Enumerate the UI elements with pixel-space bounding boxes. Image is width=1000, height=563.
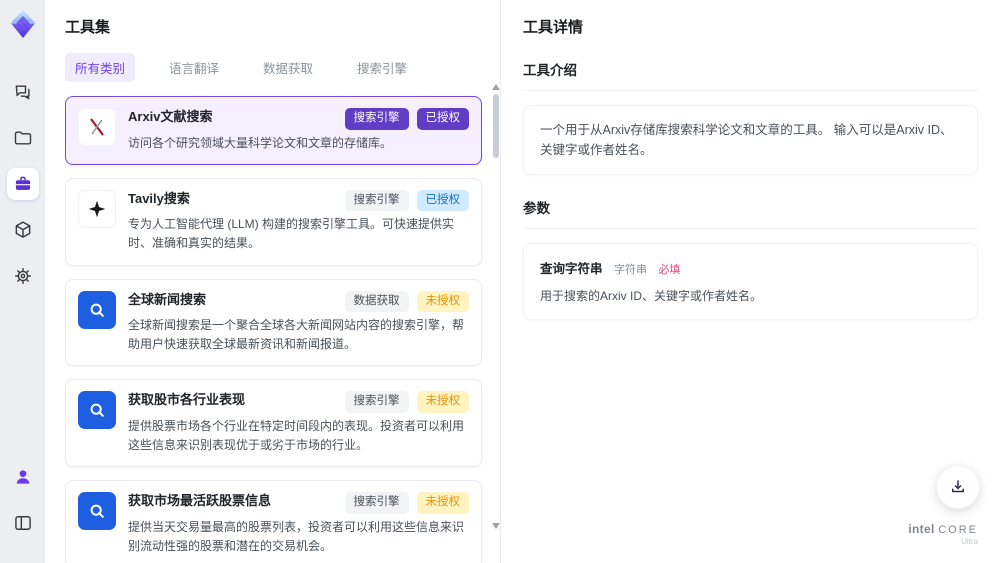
auth-status-badge: 未授权	[416, 290, 469, 313]
brand-core-text: CORE	[938, 524, 978, 537]
tool-list: Arxiv文献搜索 搜索引擎 已授权 访问各个研究领域大量科学论文和文章的存储库…	[65, 96, 482, 563]
sidebar-item-toolbox[interactable]	[6, 168, 39, 200]
left-rail	[0, 0, 45, 563]
sidebar-item-settings[interactable]	[7, 260, 39, 292]
panel-toggle-icon	[14, 516, 31, 530]
tool-description: 访问各个研究领域大量科学论文和文章的存储库。	[128, 135, 393, 150]
auth-status-badge: 已授权	[416, 108, 469, 130]
auth-status-badge: 未授权	[416, 391, 469, 413]
news-search-icon	[78, 290, 116, 329]
page-title: 工具集	[65, 19, 111, 36]
tool-card[interactable]: Arxiv文献搜索 搜索引擎 已授权 访问各个研究领域大量科学论文和文章的存储库…	[65, 96, 482, 165]
detail-title: 工具详情	[523, 19, 584, 36]
tool-card-body: 全球新闻搜索 数据获取 未授权 全球新闻搜索是一个聚合全球各大新闻网站内容的搜索…	[128, 290, 469, 355]
folder-icon	[14, 131, 31, 145]
category-tag: 搜索引擎	[344, 189, 409, 212]
gear-icon	[14, 267, 31, 285]
tool-description: 全球新闻搜索是一个聚合全球各大新闻网站内容的搜索引擎，帮助用户快速获取全球最新资…	[128, 318, 465, 352]
arxiv-icon	[78, 108, 116, 146]
chat-icon	[15, 85, 30, 100]
tool-name: 获取股市各行业表现	[128, 392, 246, 408]
sidebar-item-panel-toggle[interactable]	[7, 507, 39, 539]
tool-card[interactable]: Tavily搜索 搜索引擎 已授权 专为人工智能代理 (LLM) 构建的搜索引擎…	[65, 177, 482, 266]
category-tag: 搜索引擎	[344, 492, 409, 514]
scrollbar-up-arrow[interactable]	[492, 84, 500, 90]
intro-text: 一个用于从Arxiv存储库搜索科学论文和文章的工具。 输入可以是Arxiv ID…	[540, 123, 953, 157]
params-section-heading: 参数	[523, 197, 978, 229]
param-box: 查询字符串 字符串 必填 用于搜索的Arxiv ID、关键字或作者姓名。	[523, 243, 978, 320]
tool-list-panel: 工具集 所有类别 语言翻译 数据获取 搜索引擎 Arxiv文献搜索 搜索引擎 已…	[45, 0, 500, 563]
intro-section-heading: 工具介绍	[523, 59, 978, 91]
sidebar-item-chat[interactable]	[7, 76, 39, 108]
tool-name: 全球新闻搜索	[128, 291, 207, 307]
list-scrollbar[interactable]	[492, 84, 500, 563]
category-tag: 数据获取	[344, 290, 409, 313]
briefcase-icon	[15, 176, 30, 190]
stock-search-icon	[78, 492, 116, 531]
tavily-icon	[78, 189, 116, 228]
tool-card[interactable]: 全球新闻搜索 数据获取 未授权 全球新闻搜索是一个聚合全球各大新闻网站内容的搜索…	[65, 278, 482, 367]
category-tabs: 所有类别 语言翻译 数据获取 搜索引擎	[65, 53, 482, 82]
app-logo-icon	[10, 10, 35, 38]
tool-card-body: 获取股市各行业表现 搜索引擎 未授权 提供股票市场各个行业在特定时间段内的表现。…	[128, 391, 469, 455]
auth-status-badge: 已授权	[416, 189, 469, 212]
tool-card-body: 获取市场最活跃股票信息 搜索引擎 未授权 提供当天交易量最高的股票列表，投资者可…	[128, 492, 469, 556]
tool-card[interactable]: 获取市场最活跃股票信息 搜索引擎 未授权 提供当天交易量最高的股票列表，投资者可…	[65, 480, 482, 563]
param-required-badge: 必填	[658, 264, 681, 276]
tool-description: 提供当天交易量最高的股票列表，投资者可以利用这些信息来识别流动性强的股票和潜在的…	[128, 519, 465, 553]
sidebar-item-files[interactable]	[7, 122, 39, 154]
scrollbar-down-arrow[interactable]	[492, 523, 500, 529]
app-window: 工具集 所有类别 语言翻译 数据获取 搜索引擎 Arxiv文献搜索 搜索引擎 已…	[0, 0, 1000, 563]
tool-name: Arxiv文献搜索	[128, 109, 213, 124]
tab-all-categories[interactable]: 所有类别	[65, 53, 136, 82]
intel-core-logo: intel CORE Ultra	[908, 522, 978, 547]
category-tag: 搜索引擎	[344, 391, 409, 413]
param-type: 字符串	[613, 264, 647, 276]
user-icon	[16, 470, 29, 484]
tool-card[interactable]: 获取股市各行业表现 搜索引擎 未授权 提供股票市场各个行业在特定时间段内的表现。…	[65, 379, 482, 468]
cube-icon	[15, 221, 30, 238]
tool-name: 获取市场最活跃股票信息	[128, 493, 272, 509]
download-icon	[952, 480, 964, 493]
tab-data-fetch[interactable]: 数据获取	[253, 53, 323, 82]
download-button[interactable]	[936, 465, 980, 509]
scrollbar-thumb[interactable]	[493, 94, 499, 158]
brand-intel-text: intel	[908, 522, 935, 537]
stock-search-icon	[78, 391, 116, 430]
tool-name: Tavily搜索	[128, 190, 190, 206]
sidebar-item-packages[interactable]	[7, 214, 39, 246]
tool-detail-panel: 工具详情 工具介绍 一个用于从Arxiv存储库搜索科学论文和文章的工具。 输入可…	[500, 0, 1000, 563]
param-name: 查询字符串	[540, 262, 603, 276]
sidebar-item-user[interactable]	[7, 461, 39, 493]
brand-ultra-text: Ultra	[961, 537, 978, 547]
tab-language-translation[interactable]: 语言翻译	[159, 53, 229, 82]
auth-status-badge: 未授权	[416, 492, 469, 514]
tab-search-engine[interactable]: 搜索引擎	[347, 53, 417, 82]
tool-description: 提供股票市场各个行业在特定时间段内的表现。投资者可以利用这些信息来识别表现优于或…	[128, 418, 465, 453]
tool-description: 专为人工智能代理 (LLM) 构建的搜索引擎工具。可快速提供实时、准确和真实的结…	[128, 217, 455, 251]
tool-card-body: Arxiv文献搜索 搜索引擎 已授权 访问各个研究领域大量科学论文和文章的存储库…	[128, 108, 469, 153]
intro-box: 一个用于从Arxiv存储库搜索科学论文和文章的工具。 输入可以是Arxiv ID…	[523, 105, 978, 175]
category-tag: 搜索引擎	[344, 108, 409, 130]
tool-card-body: Tavily搜索 搜索引擎 已授权 专为人工智能代理 (LLM) 构建的搜索引擎…	[128, 189, 469, 254]
param-description: 用于搜索的Arxiv ID、关键字或作者姓名。	[540, 289, 763, 303]
